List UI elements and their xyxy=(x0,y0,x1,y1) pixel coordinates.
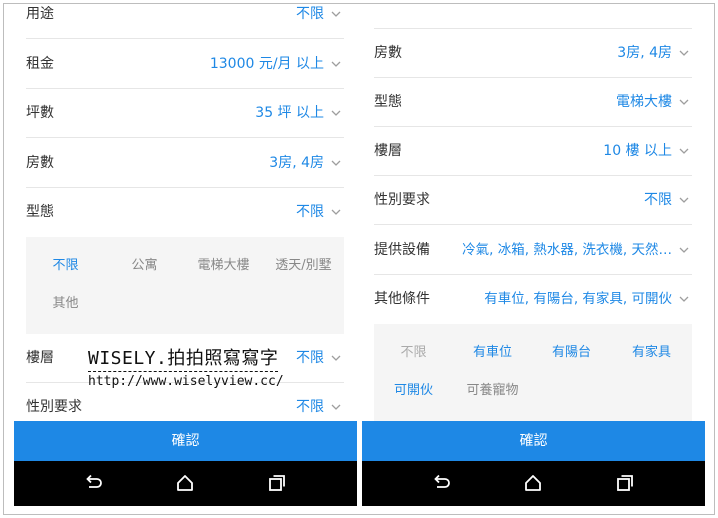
confirm-button[interactable]: 確認 xyxy=(14,421,357,461)
filter-row-purpose[interactable]: 用途 不限 xyxy=(26,6,344,39)
watermark-url: http://www.wiselyview.cc/ xyxy=(88,374,284,389)
filter-row-facilities[interactable]: 提供設備 冷氣, 冰箱, 熱水器, 洗衣機, 天然… xyxy=(374,226,692,275)
chevron-down-icon xyxy=(329,351,343,365)
android-nav-bar xyxy=(14,461,357,506)
filter-row-label: 型態 xyxy=(374,94,402,110)
option-chip-apartment[interactable]: 公寓 xyxy=(105,247,184,285)
filter-row-type[interactable]: 型態 不限 xyxy=(26,188,344,237)
filter-row-label: 其他條件 xyxy=(374,291,430,307)
option-chip-balcony[interactable]: 有陽台 xyxy=(532,334,611,372)
recent-apps-icon[interactable] xyxy=(613,471,637,495)
filter-list: 房數 3房, 4房 型態 電梯大樓 樓層 10 樓 以上 性別要求 不限 提供設… xyxy=(362,6,705,421)
home-icon[interactable] xyxy=(173,471,197,495)
chevron-down-icon xyxy=(677,193,691,207)
filter-row-label: 性別要求 xyxy=(26,399,82,415)
filter-row-label: 提供設備 xyxy=(374,242,430,258)
option-chip-townhouse[interactable]: 透天/別墅 xyxy=(264,247,343,285)
option-chip-any[interactable]: 不限 xyxy=(26,247,105,285)
chevron-down-icon xyxy=(329,7,343,21)
filter-row-label: 房數 xyxy=(374,45,402,61)
filter-row-rooms[interactable]: 房數 3房, 4房 xyxy=(26,139,344,188)
filter-row-value: 不限 xyxy=(296,350,324,366)
condition-options-panel: 不限 有車位 有陽台 有家具 可開伙 可養寵物 xyxy=(374,324,692,421)
chevron-down-icon xyxy=(677,292,691,306)
filter-row-rooms[interactable]: 房數 3房, 4房 xyxy=(374,29,692,78)
filter-row-type[interactable]: 型態 電梯大樓 xyxy=(374,78,692,127)
filter-row-other-conditions[interactable]: 其他條件 有車位, 有陽台, 有家具, 可開伙 xyxy=(374,275,692,324)
chevron-down-icon xyxy=(329,205,343,219)
right-phone-screen: 房數 3房, 4房 型態 電梯大樓 樓層 10 樓 以上 性別要求 不限 提供設… xyxy=(362,6,705,506)
filter-row-value: 不限 xyxy=(296,399,324,415)
filter-row-value: 3房, 4房 xyxy=(269,155,324,171)
chevron-down-icon xyxy=(677,95,691,109)
type-options-panel: 不限 公寓 電梯大樓 透天/別墅 其他 xyxy=(26,237,344,334)
left-phone-screen: 用途 不限 租金 13000 元/月 以上 坪數 35 坪 以上 房數 3房, … xyxy=(14,6,357,506)
recent-apps-icon[interactable] xyxy=(265,471,289,495)
filter-row-label: 坪數 xyxy=(26,105,54,121)
option-chip-elevator-building[interactable]: 電梯大樓 xyxy=(184,247,263,285)
filter-row-value: 不限 xyxy=(296,6,324,22)
filter-row-floor[interactable]: 樓層 10 樓 以上 xyxy=(374,127,692,176)
chevron-down-icon xyxy=(329,57,343,71)
confirm-button[interactable]: 確認 xyxy=(362,421,705,461)
filter-row-value: 有車位, 有陽台, 有家具, 可開伙 xyxy=(484,291,672,307)
filter-row-label: 樓層 xyxy=(26,350,54,366)
watermark: WISELY.拍拍照寫寫字 http://www.wiselyview.cc/ xyxy=(88,344,288,389)
chevron-down-icon xyxy=(677,46,691,60)
filter-row-value: 3房, 4房 xyxy=(617,45,672,61)
filter-row-label: 租金 xyxy=(26,56,54,72)
filter-row-value: 不限 xyxy=(296,204,324,220)
android-nav-bar xyxy=(362,461,705,506)
filter-row-label: 用途 xyxy=(26,6,54,22)
filter-row-value: 不限 xyxy=(644,192,672,208)
chevron-down-icon xyxy=(677,144,691,158)
chevron-down-icon xyxy=(329,156,343,170)
back-icon[interactable] xyxy=(429,471,453,495)
option-chip-parking[interactable]: 有車位 xyxy=(453,334,532,372)
chevron-down-icon xyxy=(329,106,343,120)
filter-row-hidden-top xyxy=(374,6,692,29)
home-icon[interactable] xyxy=(521,471,545,495)
filter-row-label: 型態 xyxy=(26,204,54,220)
chevron-down-icon xyxy=(329,400,343,414)
option-chip-any[interactable]: 不限 xyxy=(374,334,453,372)
filter-row-label: 性別要求 xyxy=(374,192,430,208)
option-chip-other[interactable]: 其他 xyxy=(26,285,105,323)
option-chip-cooking[interactable]: 可開伙 xyxy=(374,372,453,410)
watermark-title: WISELY.拍拍照寫寫字 xyxy=(88,344,279,372)
filter-row-area[interactable]: 坪數 35 坪 以上 xyxy=(26,89,344,138)
back-icon[interactable] xyxy=(81,471,105,495)
filter-row-rent[interactable]: 租金 13000 元/月 以上 xyxy=(26,40,344,89)
filter-row-value: 13000 元/月 以上 xyxy=(209,56,324,72)
filter-row-value: 35 坪 以上 xyxy=(255,105,324,121)
option-chip-pets[interactable]: 可養寵物 xyxy=(453,372,532,410)
option-chip-furniture[interactable]: 有家具 xyxy=(612,334,691,372)
filter-row-gender[interactable]: 性別要求 不限 xyxy=(374,176,692,225)
filter-row-value: 冷氣, 冰箱, 熱水器, 洗衣機, 天然… xyxy=(462,242,672,258)
chevron-down-icon xyxy=(677,243,691,257)
filter-row-label: 房數 xyxy=(26,155,54,171)
filter-row-value: 電梯大樓 xyxy=(616,94,672,110)
filter-row-label: 樓層 xyxy=(374,143,402,159)
filter-row-value: 10 樓 以上 xyxy=(603,143,672,159)
